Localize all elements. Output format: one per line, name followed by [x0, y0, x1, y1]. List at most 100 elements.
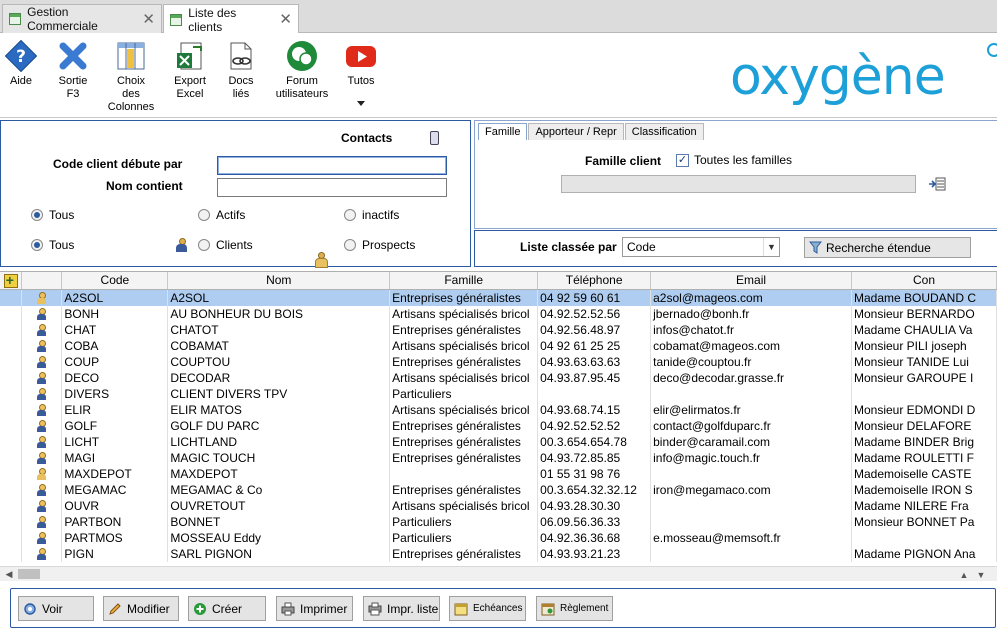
table-row[interactable]: COUP COUPTOU Entreprises généralistes 04.93… [0, 353, 997, 370]
client-person-icon [37, 436, 47, 449]
table-row[interactable]: MAGI MAGIC TOUCH Entreprises généralistes 0… [0, 449, 997, 466]
creer-button[interactable]: Créer [188, 596, 266, 621]
sortie-button[interactable]: Sortie F3 [55, 39, 91, 101]
radio-tous-statut[interactable]: Tous [31, 208, 74, 222]
cell-email: jbernado@bonh.fr [650, 305, 852, 322]
close-tab-icon[interactable]: ✕ [142, 12, 155, 27]
row-selector-cell[interactable] [0, 497, 23, 514]
table-row[interactable]: LICHT LICHTLAND Entreprises généralistes 00… [0, 433, 997, 450]
row-selector-cell[interactable] [0, 401, 23, 418]
row-selector-cell[interactable] [0, 545, 23, 562]
nom-contient-input[interactable] [217, 178, 447, 197]
row-type-cell [21, 417, 63, 434]
table-row[interactable]: DECO DECODAR Artisans spécialisés bricol 04… [0, 369, 997, 386]
table-row[interactable]: GOLF GOLF DU PARC Entreprises généralistes… [0, 417, 997, 434]
radio-inactifs[interactable]: inactifs [344, 208, 399, 222]
row-selector-cell[interactable] [0, 337, 23, 354]
cell-email [650, 385, 852, 402]
echeances-button[interactable]: Echéances [449, 596, 526, 621]
client-person-icon [37, 516, 47, 529]
row-selector-cell[interactable] [0, 449, 23, 466]
sort-select[interactable]: Code ▼ [622, 237, 780, 257]
tab-liste-des-clients[interactable]: Liste des clients ✕ [163, 4, 299, 34]
reglement-button[interactable]: Règlement [536, 596, 613, 621]
voir-button[interactable]: Voir [18, 596, 94, 621]
row-selector-cell[interactable] [0, 465, 23, 482]
tab-label: Liste des clients [188, 5, 237, 34]
radio-tous-type[interactable]: Tous [31, 238, 74, 252]
subtab-classification[interactable]: Classification [624, 123, 704, 140]
row-selector-cell[interactable] [0, 529, 23, 546]
docs-lies-button[interactable]: Docs liés [224, 39, 258, 101]
cell-tel: 04.92.52.52.56 [537, 305, 652, 322]
subtab-apporteur[interactable]: Apporteur / Repr [528, 123, 624, 140]
cell-nom: COBAMAT [167, 337, 391, 354]
row-selector-cell[interactable] [0, 369, 23, 386]
cell-famille: Artisans spécialisés bricol [389, 401, 539, 418]
column-header-icon[interactable] [21, 272, 63, 290]
tutos-button[interactable]: Tutos [343, 39, 379, 88]
radio-actifs[interactable]: Actifs [198, 208, 245, 222]
table-row[interactable]: DIVERS CLIENT DIVERS TPV Particuliers [0, 385, 997, 402]
phone-icon[interactable] [430, 131, 439, 145]
add-row-button[interactable] [0, 272, 23, 290]
cell-nom: MEGAMAC & Co [167, 481, 391, 498]
column-header-nom[interactable]: Nom [167, 272, 391, 290]
table-row[interactable]: MEGAMAC MEGAMAC & Co Entreprises généralis… [0, 481, 997, 498]
famille-picker-icon[interactable] [928, 177, 946, 191]
cell-tel: 01 55 31 98 76 [537, 465, 652, 482]
row-selector-cell[interactable] [0, 481, 23, 498]
column-header-contact[interactable]: Con [851, 272, 997, 290]
toutes-familles-checkbox[interactable]: ✓ Toutes les familles [676, 153, 792, 167]
forum-button[interactable]: Forum utilisateurs [276, 39, 328, 101]
column-header-code[interactable]: Code [61, 272, 169, 290]
scroll-up-icon[interactable]: ▲ [957, 567, 971, 582]
aide-button[interactable]: ? Aide [4, 39, 38, 88]
table-row[interactable]: PIGN SARL PIGNON Entreprises généralistes 0… [0, 545, 997, 562]
column-header-email[interactable]: Email [650, 272, 852, 290]
row-type-cell [21, 305, 63, 322]
horizontal-scrollbar[interactable]: ◀ ▲ ▼ [0, 566, 997, 581]
ribbon-dropdown-caret[interactable] [357, 101, 365, 106]
export-excel-button[interactable]: Export Excel [170, 39, 210, 101]
imprimer-liste-button[interactable]: Impr. liste [363, 596, 440, 621]
table-row[interactable]: BONH AU BONHEUR DU BOIS Artisans spécialis… [0, 305, 997, 322]
cell-email: tanide@couptou.fr [650, 353, 852, 370]
row-selector-cell[interactable] [0, 417, 23, 434]
cell-email: elir@elirmatos.fr [650, 401, 852, 418]
prospect-person-icon [37, 292, 47, 305]
row-selector-cell[interactable] [0, 433, 23, 450]
table-row[interactable]: OUVR OUVRETOUT Artisans spécialisés bricol… [0, 497, 997, 514]
row-selector-cell[interactable] [0, 353, 23, 370]
imprimer-button[interactable]: Imprimer [276, 596, 353, 621]
add-icon [3, 272, 18, 288]
row-selector-cell[interactable] [0, 321, 23, 338]
table-row[interactable]: A2SOL A2SOL Entreprises généralistes 04 92 … [0, 289, 997, 306]
radio-clients[interactable]: Clients [198, 238, 253, 252]
table-row[interactable]: CHAT CHATOT Entreprises généralistes 04.92.… [0, 321, 997, 338]
code-client-input[interactable] [217, 156, 447, 175]
table-row[interactable]: PARTBON BONNET Particuliers 06.09.56.36.33 M… [0, 513, 997, 530]
table-row[interactable]: COBA COBAMAT Artisans spécialisés bricol 04… [0, 337, 997, 354]
table-row[interactable]: MAXDEPOT MAXDEPOT 01 55 31 98 76 Mademoisel… [0, 465, 997, 482]
scroll-left-icon[interactable]: ◀ [2, 567, 16, 582]
row-selector-cell[interactable] [0, 305, 23, 322]
client-person-icon [37, 372, 47, 385]
row-selector-cell[interactable] [0, 289, 23, 306]
close-tab-icon[interactable]: ✕ [279, 12, 292, 27]
scroll-thumb[interactable] [18, 569, 40, 579]
row-selector-cell[interactable] [0, 385, 23, 402]
tab-gestion-commerciale[interactable]: Gestion Commerciale ✕ [2, 4, 162, 33]
choix-colonnes-button[interactable]: Choix des Colonnes [108, 39, 154, 114]
table-row[interactable]: PARTMOS MOSSEAU Eddy Particuliers 04.92.36.… [0, 529, 997, 546]
table-row[interactable]: ELIR ELIR MATOS Artisans spécialisés brico… [0, 401, 997, 418]
cell-email [650, 497, 852, 514]
recherche-etendue-button[interactable]: Recherche étendue [804, 237, 971, 258]
column-header-famille[interactable]: Famille [389, 272, 539, 290]
column-header-telephone[interactable]: Téléphone [537, 272, 652, 290]
scroll-down-icon[interactable]: ▼ [974, 567, 988, 582]
radio-prospects[interactable]: Prospects [344, 238, 415, 252]
modifier-button[interactable]: Modifier [103, 596, 179, 621]
row-selector-cell[interactable] [0, 513, 23, 530]
subtab-famille[interactable]: Famille [478, 123, 528, 140]
